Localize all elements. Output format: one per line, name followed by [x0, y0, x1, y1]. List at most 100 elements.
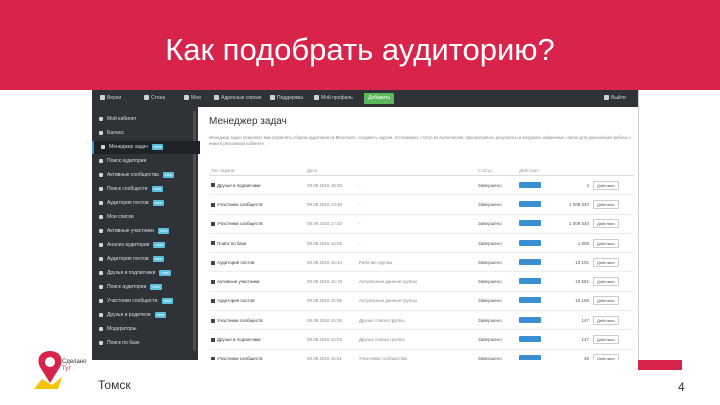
task-type-icon [211, 260, 215, 265]
download-button[interactable] [519, 278, 541, 285]
nav-item-2[interactable]: Мои [184, 90, 201, 107]
add-task-button[interactable]: Добавить [364, 93, 395, 104]
sidebar-item[interactable]: Активные сообщества new [92, 169, 198, 182]
nav-icon [270, 95, 275, 101]
task-date: 08.08.2016 15:44 [305, 252, 357, 273]
actions-dropdown[interactable]: Действия [593, 315, 619, 325]
task-count: 1 008 540 [557, 194, 591, 215]
download-button[interactable] [519, 239, 541, 246]
actions-dropdown[interactable]: Действия [593, 180, 619, 190]
sidebar-item[interactable]: Баланс [92, 127, 198, 140]
sidebar-item[interactable]: Поиск сообществ new [92, 183, 198, 196]
task-action-cell [517, 329, 557, 350]
actions-dropdown[interactable]: Действия [593, 354, 619, 360]
table-row[interactable]: Активные участники 08.08.2016 15:19 Актуал… [209, 271, 634, 292]
table-row[interactable]: Участники сообществ 09.08.2016 19:40- Заве… [209, 194, 634, 215]
sidebar-item[interactable]: Мои списки [92, 211, 198, 224]
table-row[interactable]: Аудитория постов 08.08.2016 15:06 Актуальн… [209, 291, 634, 312]
task-menu-cell: Действия [591, 175, 634, 196]
task-action-cell [517, 214, 557, 234]
new-badge: new [162, 171, 175, 178]
sidebar-item[interactable]: Поиск аудитории [92, 155, 198, 168]
task-menu-cell: Действия [591, 329, 634, 350]
sidebar-item-label: Друзья и подписчики [107, 270, 156, 276]
task-menu-cell: Действия [591, 214, 634, 234]
logout-icon [604, 95, 609, 101]
table-row[interactable]: Друзья и подписчики 09.08.2016 19:30- Заве… [209, 175, 634, 196]
download-button[interactable] [519, 297, 541, 304]
task-type-icon [211, 318, 215, 323]
table-row[interactable]: Аудитория постов 08.08.2016 15:44 Рабочие … [209, 252, 634, 273]
task-menu-cell: Действия [591, 291, 634, 312]
nav-item-5[interactable]: Мой профиль [314, 90, 353, 107]
table-row[interactable]: Участники сообществ 08.08.2016 15:06 Друзь… [209, 310, 634, 331]
city-label: Томск [98, 378, 131, 392]
download-button[interactable] [519, 220, 541, 227]
task-date: 09.08.2016 19:40 [305, 194, 357, 215]
table-row[interactable]: Участники сообществ 09.08.2016 17:03- Заве… [209, 214, 634, 234]
actions-dropdown[interactable]: Действия [593, 277, 619, 287]
download-button[interactable] [519, 181, 541, 188]
task-type-icon [211, 279, 215, 284]
task-name: Участники сообществ [217, 201, 263, 207]
task-name-cell: Участники сообществ [209, 214, 305, 234]
sidebar-item[interactable]: Аудитория постов new [92, 253, 198, 266]
table-row[interactable]: Поиск по базе 08.08.2016 16:05- Завершено 1… [209, 233, 634, 254]
sidebar-item[interactable]: Друзья и родители new [92, 309, 198, 322]
sidebar-item[interactable]: Аудитория постов new [92, 197, 198, 210]
sidebar-item-label: Баланс [107, 130, 125, 136]
download-button[interactable] [519, 336, 541, 343]
sidebar-item-icon [99, 242, 103, 247]
sidebar-item[interactable]: Поиск по базе [92, 337, 198, 350]
nav-item-1[interactable]: Стена [144, 90, 165, 107]
sidebar-item[interactable]: Поиск аудитории new [92, 281, 198, 294]
sidebar-item-icon [99, 172, 103, 177]
actions-dropdown[interactable]: Действия [593, 199, 619, 209]
new-badge: new [152, 199, 165, 206]
table-row[interactable]: Участники сообществ 08.08.2016 15:01 Участ… [209, 349, 634, 360]
task-name-cell: Участники сообществ [209, 194, 305, 215]
task-status: Завершено [476, 329, 517, 350]
task-name: Друзья и подписчики [217, 182, 261, 188]
task-name-cell: Поиск по базе [209, 233, 305, 254]
sidebar-item[interactable]: Анализ аудитории new [92, 239, 198, 252]
task-date: 08.08.2016 16:05 [305, 233, 357, 254]
nav-item-3[interactable]: Адресные списки [214, 90, 261, 107]
table-row[interactable]: Друзья и подписчики 08.08.2016 15:03 Друзь… [209, 329, 634, 350]
download-button[interactable] [519, 200, 541, 207]
nav-item-0[interactable]: Верхи [100, 90, 121, 107]
task-count: 13 101 [557, 252, 591, 273]
sidebar-item-label: Мои списки [107, 214, 134, 220]
task-name: Участники сообществ [217, 317, 263, 323]
sidebar-item[interactable]: Модераторы [92, 323, 198, 336]
task-action-cell [517, 194, 557, 215]
sidebar-item[interactable]: Друзья и подписчики new [92, 267, 198, 280]
sidebar-item[interactable]: Активные участники new [92, 225, 198, 238]
logout-link[interactable]: Выйти [604, 90, 626, 107]
new-badge: new [151, 143, 164, 150]
actions-dropdown[interactable]: Действия [593, 238, 619, 248]
sidebar-item[interactable]: Менеджер задач new [92, 141, 200, 154]
task-name: Поиск по базе [217, 240, 247, 246]
actions-dropdown[interactable]: Действия [593, 296, 619, 306]
sidebar-item-label: Участники сообществ [107, 298, 158, 304]
nav-item-4[interactable]: Поддержка [270, 90, 303, 107]
actions-dropdown[interactable]: Действия [593, 219, 619, 229]
task-date: 09.08.2016 17:03 [305, 214, 357, 234]
col-header [591, 165, 634, 176]
actions-dropdown[interactable]: Действия [593, 257, 619, 267]
sidebar-item-icon [99, 214, 103, 219]
actions-dropdown[interactable]: Действия [593, 335, 619, 345]
task-type-icon [211, 222, 215, 227]
task-description: - [357, 175, 476, 196]
task-menu-cell: Действия [591, 252, 634, 273]
download-button[interactable] [519, 355, 541, 360]
sidebar-item[interactable]: Участники сообществ new [92, 295, 198, 308]
sidebar-item[interactable]: Мой кабинет [92, 113, 198, 126]
task-name: Участники сообществ [217, 221, 263, 227]
sidebar-item-label: Аудитория постов [107, 200, 149, 206]
sidebar-item-label: Мой кабинет [107, 116, 137, 122]
download-button[interactable] [519, 316, 541, 323]
task-description: Актуальные данные группы [357, 271, 476, 292]
download-button[interactable] [519, 258, 541, 265]
